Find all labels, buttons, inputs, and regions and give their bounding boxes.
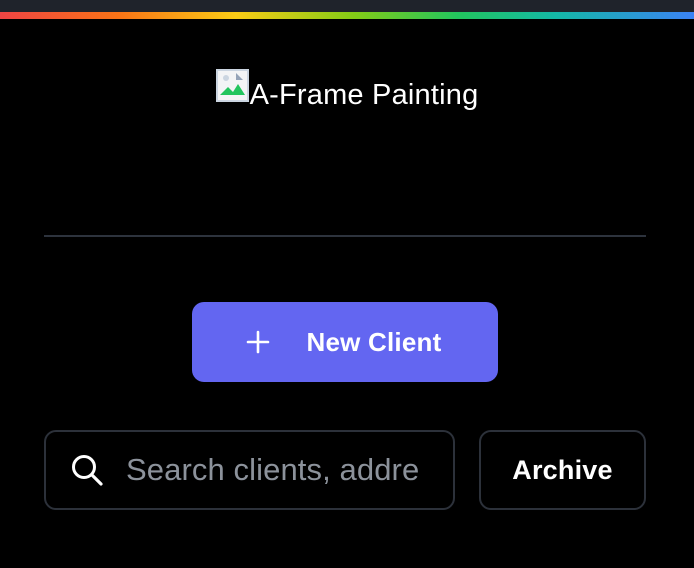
archive-button[interactable]: Archive (479, 430, 646, 510)
new-client-button[interactable]: New Client (192, 302, 498, 382)
logo-area: A-Frame Painting (0, 66, 694, 116)
search-icon (72, 455, 103, 486)
broken-image-icon (215, 69, 249, 102)
top-bar (0, 0, 694, 12)
client-search-box[interactable] (44, 430, 455, 510)
new-client-label: New Client (306, 326, 442, 357)
company-logo: A-Frame Painting (215, 69, 479, 113)
search-input[interactable] (126, 448, 431, 492)
section-divider (44, 235, 646, 237)
logo-alt-text: A-Frame Painting (249, 79, 479, 111)
plus-icon (246, 330, 269, 354)
app-screen: A-Frame Painting New Client Archive (0, 0, 694, 568)
rainbow-accent-bar (0, 12, 694, 19)
